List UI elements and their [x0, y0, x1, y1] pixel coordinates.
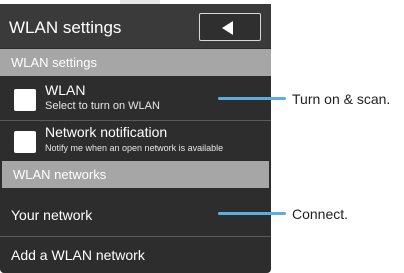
- back-arrow-icon: [222, 21, 233, 35]
- figure: WLAN settings WLAN settings WLAN Select …: [0, 0, 404, 273]
- callout-line-connect: [218, 212, 286, 215]
- network-notification-checkbox[interactable]: [14, 131, 36, 153]
- wlan-title: WLAN: [45, 82, 86, 98]
- wlan-summary: Select to turn on WLAN: [45, 100, 160, 112]
- back-button[interactable]: [199, 13, 261, 41]
- callout-scan: Turn on & scan.: [292, 91, 391, 107]
- callout-connect: Connect.: [292, 206, 349, 222]
- wlan-checkbox[interactable]: [14, 89, 36, 111]
- section-header-wlan-settings: WLAN settings: [0, 49, 271, 76]
- callout-line-scan: [218, 97, 286, 100]
- section-header-label: WLAN settings: [11, 55, 97, 70]
- network-item-label: Your network: [11, 207, 93, 223]
- screen-title: WLAN settings: [9, 18, 122, 37]
- network-notification-row[interactable]: Network notification Notify me when an o…: [0, 121, 271, 161]
- add-network-item[interactable]: Add a WLAN network: [0, 237, 271, 273]
- section-header-label: WLAN networks: [13, 167, 107, 182]
- network-notification-summary: Notify me when an open network is availa…: [45, 143, 224, 153]
- add-network-label: Add a WLAN network: [11, 247, 145, 263]
- network-notification-title: Network notification: [45, 124, 168, 140]
- section-header-wlan-networks: WLAN networks: [2, 161, 269, 188]
- title-bar: WLAN settings: [0, 4, 271, 48]
- phone-screen: WLAN settings WLAN settings WLAN Select …: [0, 4, 271, 273]
